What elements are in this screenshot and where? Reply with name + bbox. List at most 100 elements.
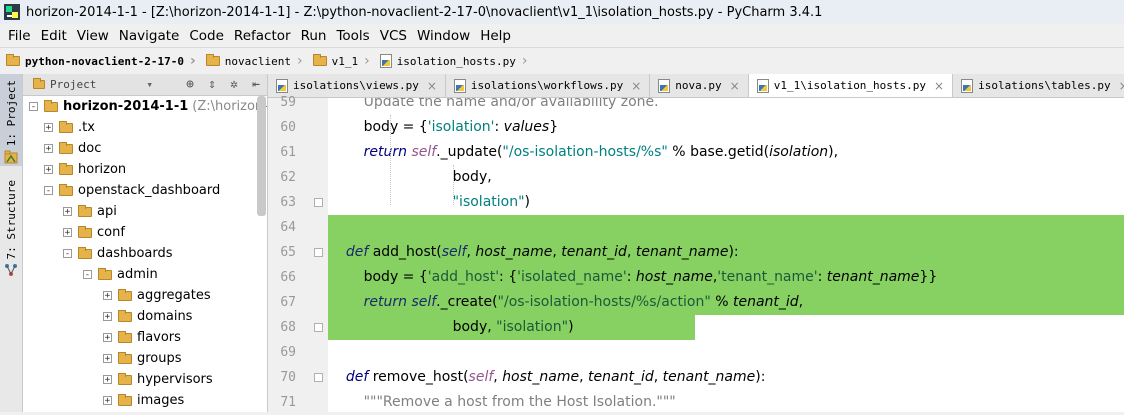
tree-item[interactable]: + api	[63, 201, 117, 222]
project-scrollbar[interactable]	[257, 96, 266, 216]
target-icon[interactable]: ⊕	[179, 77, 201, 92]
editor-tab[interactable]: isolations\workflows.py ×	[445, 74, 651, 97]
folder-icon	[118, 330, 132, 343]
collapse-toggle[interactable]: -	[63, 249, 72, 259]
tree-item[interactable]: + domains	[103, 306, 192, 327]
menu-navigate[interactable]: Navigate	[114, 28, 185, 44]
folder-icon	[6, 54, 20, 66]
expand-toggle[interactable]: +	[103, 396, 112, 406]
tree-item-label: images	[137, 393, 185, 408]
tree-item-label: aggregates	[137, 288, 211, 303]
menu-vcs[interactable]: VCS	[375, 28, 412, 44]
tool-tab-project[interactable]: 1: Project	[0, 74, 22, 166]
tree-item-label: api	[97, 204, 117, 219]
tree-item[interactable]: + .tx	[44, 117, 95, 138]
breadcrumb-item-v1_1[interactable]: v1_1 ›	[307, 53, 374, 69]
line-number: 65	[280, 245, 296, 260]
folder-icon	[118, 309, 132, 322]
fold-toggle[interactable]	[314, 373, 323, 382]
tree-item[interactable]: + doc	[44, 138, 101, 159]
settings-icon[interactable]: ✲	[223, 77, 245, 92]
expand-toggle[interactable]: +	[103, 312, 112, 322]
tree-item[interactable]: + flavors	[103, 327, 181, 348]
collapse-toggle[interactable]: -	[83, 270, 92, 280]
tree-item[interactable]: + images	[103, 390, 184, 411]
tool-tab-structure[interactable]: 7: Structure	[0, 174, 22, 277]
tree-item[interactable]: + conf	[63, 222, 125, 243]
expand-toggle[interactable]: +	[44, 123, 53, 133]
line-number: 70	[280, 370, 296, 385]
code-line: """Remove a host from the Host Isolation…	[328, 394, 676, 410]
tool-tab-label: 7: Structure	[4, 180, 18, 260]
menu-help[interactable]: Help	[475, 28, 516, 44]
code-line: return self._update("/os-isolation-hosts…	[363, 144, 839, 160]
tree-item[interactable]: - horizon-2014-1-1 (Z:\horizon-20	[29, 96, 267, 117]
folder-icon	[98, 267, 112, 280]
tree-item[interactable]: + horizon	[44, 159, 126, 180]
close-icon[interactable]: ×	[934, 79, 944, 93]
line-number-gutter[interactable]: 59 60 61 62 63 64 65 66 67 68 69 70 71	[268, 95, 329, 412]
menu-view[interactable]: View	[72, 28, 114, 44]
tree-item-label: .tx	[78, 120, 95, 135]
tree-item[interactable]: + aggregates	[103, 285, 211, 306]
fold-toggle[interactable]	[314, 248, 323, 257]
expand-toggle[interactable]: +	[63, 228, 72, 238]
folder-icon	[33, 78, 45, 89]
menu-edit[interactable]: Edit	[36, 28, 72, 44]
project-tree: - horizon-2014-1-1 (Z:\horizon-20 + .tx …	[23, 96, 267, 412]
line-number: 63	[280, 195, 296, 210]
python-file-icon	[453, 78, 466, 93]
editor-tab-label: nova.py	[675, 79, 722, 92]
code-area[interactable]: Update the name and/or availability zone…	[328, 98, 1124, 412]
folder-icon	[118, 351, 132, 364]
pycharm-app-icon	[4, 4, 20, 20]
expand-toggle[interactable]: +	[103, 354, 112, 364]
expand-toggle[interactable]: +	[63, 207, 72, 217]
folder-icon	[78, 246, 92, 259]
project-view-selector[interactable]: Project ▾	[23, 78, 179, 91]
chevron-right-icon: ›	[521, 53, 528, 69]
expand-toggle[interactable]: +	[44, 144, 53, 154]
editor-tab[interactable]: isolations\tables.py ×	[953, 74, 1124, 97]
tree-item[interactable]: - openstack_dashboard	[44, 180, 220, 201]
expand-toggle[interactable]: +	[103, 333, 112, 343]
line-number: 71	[280, 395, 296, 410]
code-line: def remove_host(self, host_name, tenant_…	[345, 369, 766, 385]
tree-item[interactable]: - dashboards	[63, 243, 173, 264]
close-icon[interactable]: ×	[427, 79, 437, 93]
close-icon[interactable]: ×	[1119, 79, 1124, 93]
menu-window[interactable]: Window	[412, 28, 475, 44]
collapse-toggle[interactable]: -	[44, 186, 53, 196]
menu-refactor[interactable]: Refactor	[229, 28, 296, 44]
expand-toggle[interactable]: +	[44, 165, 53, 175]
breadcrumb-item-file[interactable]: isolation_hosts.py ›	[374, 53, 532, 69]
editor-tab[interactable]: nova.py ×	[650, 74, 749, 97]
expand-toggle[interactable]: +	[103, 291, 112, 301]
tree-item-label: groups	[137, 351, 182, 366]
hide-icon[interactable]: ⇤	[245, 77, 267, 92]
menu-run[interactable]: Run	[296, 28, 332, 44]
editor-tab-active[interactable]: v1_1\isolation_hosts.py ×	[748, 74, 954, 97]
menu-code[interactable]: Code	[184, 28, 229, 44]
folder-icon	[44, 99, 58, 112]
fold-toggle[interactable]	[314, 323, 323, 332]
collapse-all-icon[interactable]: ⇕	[201, 77, 223, 92]
tree-item[interactable]: + hypervisors	[103, 369, 213, 390]
tree-item-label: horizon	[78, 162, 127, 177]
close-icon[interactable]: ×	[631, 79, 641, 93]
expand-toggle[interactable]: +	[103, 375, 112, 385]
menu-tools[interactable]: Tools	[331, 28, 374, 44]
folder-icon	[312, 54, 327, 66]
fold-toggle[interactable]	[314, 198, 323, 207]
chevron-right-icon: ›	[296, 53, 303, 69]
menu-file[interactable]: File	[0, 28, 36, 44]
close-icon[interactable]: ×	[730, 79, 740, 93]
breadcrumb-item-novaclient[interactable]: novaclient ›	[200, 53, 307, 69]
tree-item-label: conf	[97, 225, 125, 240]
folder-icon	[59, 183, 73, 196]
breadcrumb-item-project[interactable]: python-novaclient-2-17-0 ›	[0, 53, 200, 69]
tree-item[interactable]: + groups	[103, 348, 182, 369]
tree-item-path: (Z:\horizon-20	[192, 99, 267, 114]
collapse-toggle[interactable]: -	[29, 102, 38, 112]
tree-item[interactable]: - admin	[83, 264, 158, 285]
